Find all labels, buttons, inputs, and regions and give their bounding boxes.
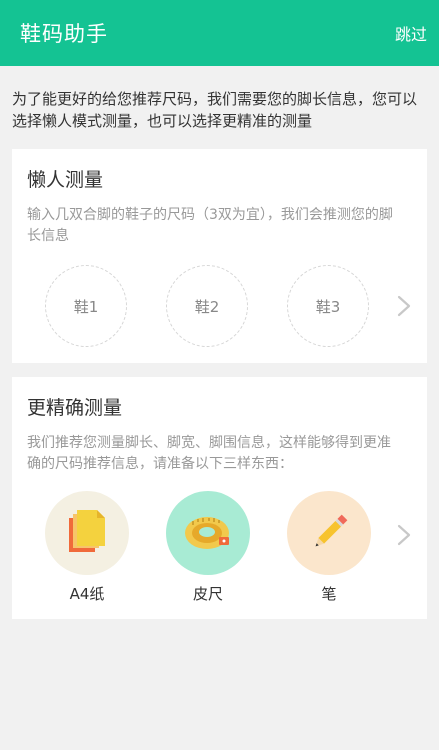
tool-pencil: 笔 <box>287 491 371 604</box>
shoe-2-button[interactable]: 鞋2 <box>166 265 248 347</box>
skip-button[interactable]: 跳过 <box>395 21 427 45</box>
precise-measure-card: 更精确测量 我们推荐您测量脚长、脚宽、脚围信息，这样能够得到更准确的尺码推荐信息… <box>12 377 427 619</box>
lazy-measure-description: 输入几双合脚的鞋子的尺码（3双为宜），我们会推测您的脚长信息 <box>27 207 393 244</box>
pencil-icon <box>315 514 348 547</box>
precise-measure-title: 更精确测量 <box>27 397 123 419</box>
chevron-right-icon[interactable] <box>397 524 411 546</box>
intro-text: 为了能更好的给您推荐尺码，我们需要您的脚长信息，您可以选择懒人模式测量，也可以选… <box>12 90 418 130</box>
tool-a4-paper: A4纸 <box>45 491 129 604</box>
app-bar: 鞋码助手 跳过 <box>0 0 439 66</box>
shoe-input-row: 鞋1 鞋2 鞋3 <box>27 265 413 349</box>
tool-a4-paper-label: A4纸 <box>69 585 105 603</box>
page-title: 鞋码助手 <box>20 22 108 46</box>
tool-pencil-disc <box>287 491 371 575</box>
tool-tape-measure-disc <box>166 491 250 575</box>
tool-a4-paper-disc <box>45 491 129 575</box>
shoe-3-button[interactable]: 鞋3 <box>287 265 369 347</box>
tool-tape-measure-label: 皮尺 <box>192 585 223 603</box>
tape-measure-icon <box>185 517 229 549</box>
tool-tape-measure: 皮尺 <box>166 491 250 604</box>
tools-row: A4纸 皮尺 笔 <box>27 491 413 609</box>
paper-icon <box>69 510 105 552</box>
tool-pencil-label: 笔 <box>321 585 337 603</box>
chevron-right-icon[interactable] <box>397 295 411 317</box>
lazy-measure-title: 懒人测量 <box>27 169 104 191</box>
lazy-measure-card: 懒人测量 输入几双合脚的鞋子的尺码（3双为宜），我们会推测您的脚长信息 鞋1 鞋… <box>12 149 427 363</box>
shoe-1-button[interactable]: 鞋1 <box>45 265 127 347</box>
precise-measure-description: 我们推荐您测量脚长、脚宽、脚围信息，这样能够得到更准确的尺码推荐信息，请准备以下… <box>27 435 391 472</box>
